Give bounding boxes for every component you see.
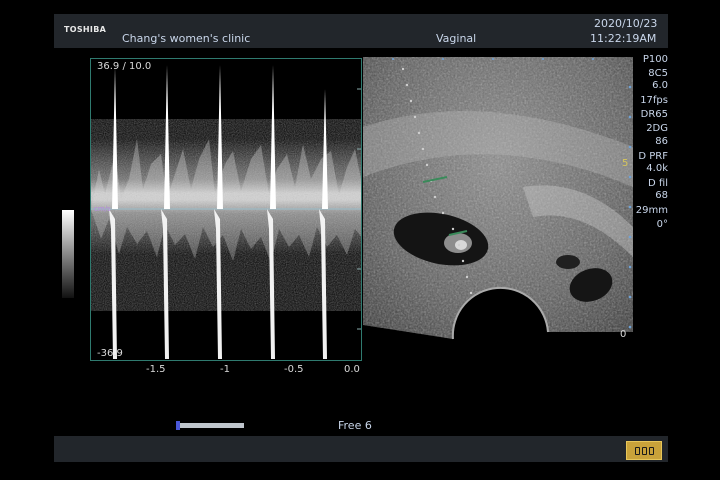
footer-bar xyxy=(54,436,668,462)
frame-icon xyxy=(648,446,654,455)
param-prf-label: D PRF xyxy=(638,151,668,162)
param-frame-rate: 17fps xyxy=(640,95,668,106)
time-tick: -1 xyxy=(220,364,230,375)
bmode-ultrasound-image xyxy=(363,57,633,340)
param-dynamic-range: DR65 xyxy=(640,109,668,120)
param-angle: 0° xyxy=(656,219,668,230)
doppler-waveform xyxy=(91,65,361,359)
param-filter-label: D fil xyxy=(648,178,668,189)
param-power: P100 xyxy=(642,54,668,65)
velocity-scale-max: 36.9 / 10.0 xyxy=(97,61,152,72)
param-2d-gain-value: 86 xyxy=(655,136,668,147)
time-tick: -1.5 xyxy=(146,364,166,375)
brand-logo: TOSHIBA xyxy=(64,25,107,34)
time-tick: -0.5 xyxy=(284,364,304,375)
frame-icon xyxy=(641,446,647,455)
time-tick: 0.0 xyxy=(344,364,360,375)
param-probe: 8C5 xyxy=(648,68,668,79)
cine-position-marker[interactable] xyxy=(176,421,180,430)
param-2d-gain-label: 2DG xyxy=(646,123,668,134)
time-display: 11:22:19AM xyxy=(590,32,657,45)
doppler-spectrum-panel xyxy=(90,58,362,361)
param-depth: 29mm xyxy=(635,205,668,216)
velocity-scale-min: -36.9 xyxy=(97,348,123,359)
date-display: 2020/10/23 xyxy=(594,17,658,30)
frame-icon xyxy=(634,446,640,455)
cine-loop-icon[interactable] xyxy=(626,441,662,460)
gray-scale-bar xyxy=(62,210,74,298)
clinic-name: Chang's women's clinic xyxy=(122,32,251,45)
param-frequency: 6.0 xyxy=(652,80,668,91)
param-filter-value: 68 xyxy=(655,190,668,201)
focus-marker: 5 xyxy=(622,158,629,169)
baseline-label: cm/s xyxy=(94,205,111,213)
param-prf-value: 4.0k xyxy=(646,163,668,174)
depth-zero-label: 0 xyxy=(620,329,627,340)
free-memory-label: Free 6 xyxy=(338,419,372,432)
cine-progress-bar[interactable] xyxy=(176,423,244,428)
probe-mode: Vaginal xyxy=(436,32,477,45)
